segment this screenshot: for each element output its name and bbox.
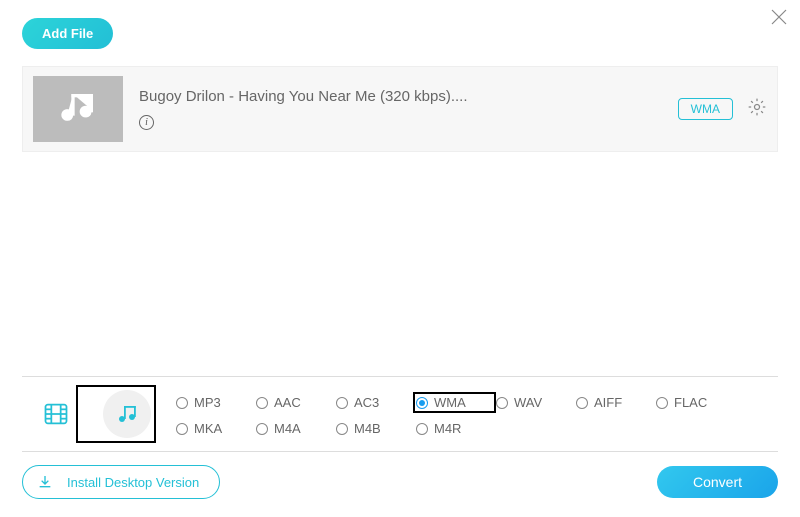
close-icon[interactable] <box>770 8 788 31</box>
music-icon <box>115 402 139 426</box>
radio-icon <box>416 423 428 435</box>
format-label: AIFF <box>594 395 622 410</box>
format-m4b[interactable]: M4B <box>336 421 416 436</box>
convert-button[interactable]: Convert <box>657 466 778 498</box>
radio-icon <box>176 423 188 435</box>
format-ac3[interactable]: AC3 <box>336 392 416 413</box>
output-format-badge[interactable]: WMA <box>678 98 733 120</box>
format-panel: MP3 AAC AC3 WMA WAV AIFF FLAC MKA M4A M4… <box>22 376 778 452</box>
radio-icon <box>336 397 348 409</box>
format-label: AAC <box>274 395 301 410</box>
radio-icon <box>256 423 268 435</box>
format-label: M4R <box>434 421 461 436</box>
format-m4r[interactable]: M4R <box>416 421 496 436</box>
tab-audio[interactable] <box>103 390 151 438</box>
format-options: MP3 AAC AC3 WMA WAV AIFF FLAC MKA M4A M4… <box>176 392 736 436</box>
format-wma[interactable]: WMA <box>413 392 496 413</box>
file-meta: Bugoy Drilon - Having You Near Me (320 k… <box>139 88 662 130</box>
film-icon <box>42 400 70 428</box>
format-aiff[interactable]: AIFF <box>576 392 656 413</box>
format-label: M4A <box>274 421 301 436</box>
format-label: M4B <box>354 421 381 436</box>
radio-icon <box>256 397 268 409</box>
footer: Install Desktop Version Convert <box>22 465 778 499</box>
radio-icon <box>416 397 428 409</box>
radio-icon <box>336 423 348 435</box>
radio-icon <box>656 397 668 409</box>
format-m4a[interactable]: M4A <box>256 421 336 436</box>
add-file-button[interactable]: Add File <box>22 18 113 49</box>
file-thumbnail <box>33 76 123 142</box>
install-label: Install Desktop Version <box>67 475 199 490</box>
format-label: MKA <box>194 421 222 436</box>
gear-icon[interactable] <box>747 97 767 122</box>
radio-icon <box>576 397 588 409</box>
format-label: FLAC <box>674 395 707 410</box>
format-flac[interactable]: FLAC <box>656 392 736 413</box>
format-label: WAV <box>514 395 542 410</box>
info-icon[interactable]: i <box>139 115 154 130</box>
audio-tab-highlight <box>76 385 156 443</box>
format-wav[interactable]: WAV <box>496 392 576 413</box>
format-label: MP3 <box>194 395 221 410</box>
file-row: Bugoy Drilon - Having You Near Me (320 k… <box>22 66 778 152</box>
format-mp3[interactable]: MP3 <box>176 392 256 413</box>
tab-video[interactable] <box>36 394 76 434</box>
format-aac[interactable]: AAC <box>256 392 336 413</box>
download-icon <box>37 474 53 490</box>
format-label: WMA <box>434 395 466 410</box>
file-title: Bugoy Drilon - Having You Near Me (320 k… <box>139 88 662 105</box>
install-desktop-button[interactable]: Install Desktop Version <box>22 465 220 499</box>
format-label: AC3 <box>354 395 379 410</box>
radio-icon <box>496 397 508 409</box>
music-note-icon <box>58 89 98 129</box>
format-mka[interactable]: MKA <box>176 421 256 436</box>
radio-icon <box>176 397 188 409</box>
